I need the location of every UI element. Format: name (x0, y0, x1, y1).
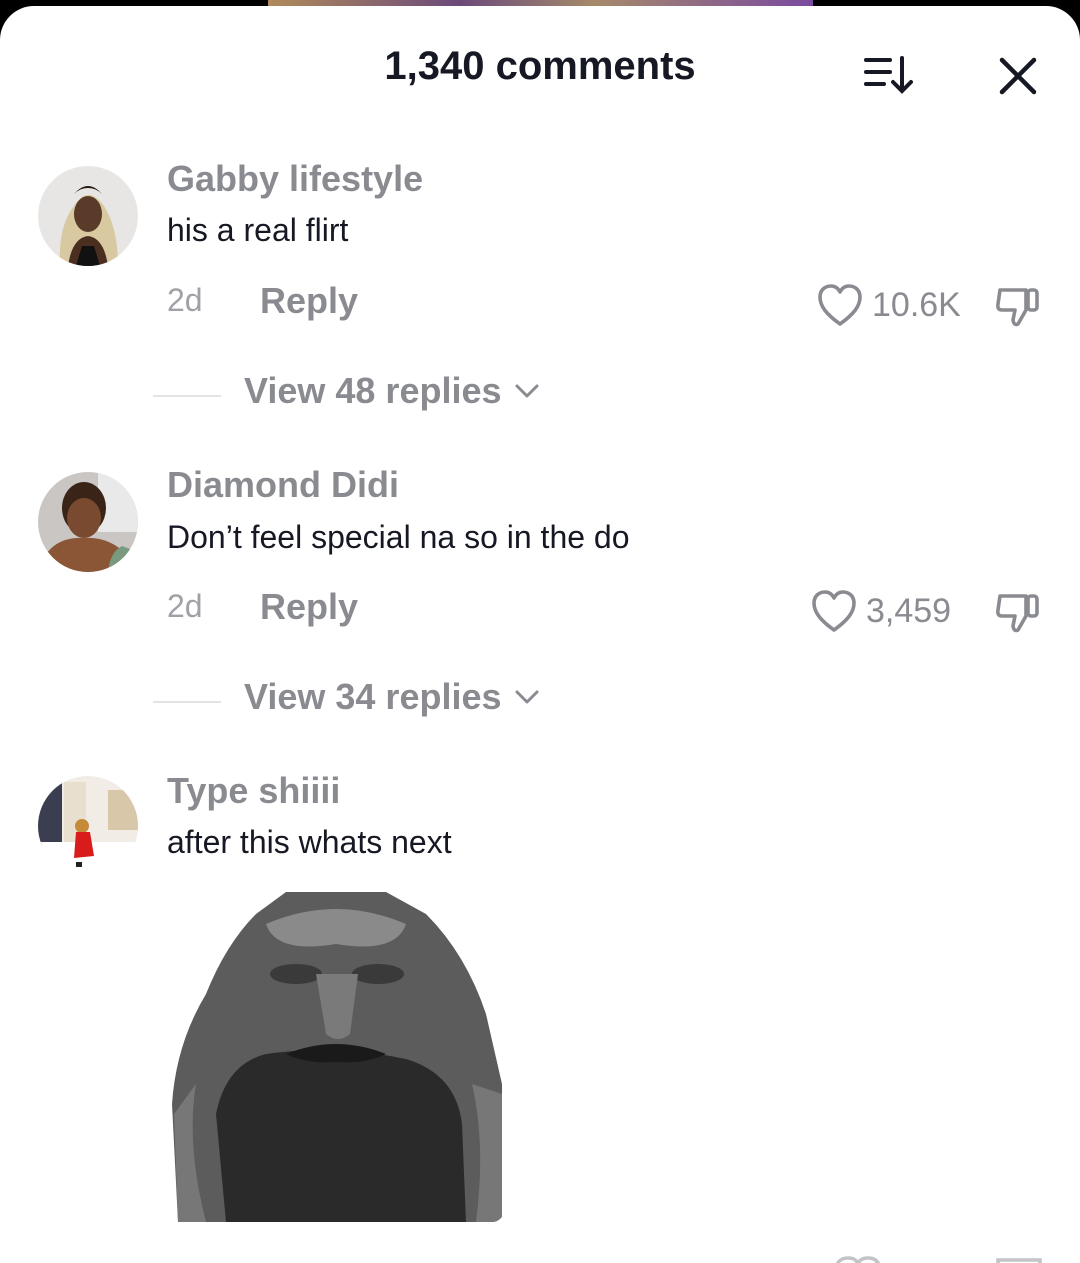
avatar[interactable] (38, 166, 138, 266)
comment-time: 2d (167, 588, 203, 624)
view-replies-label: View 48 replies (244, 370, 502, 411)
chevron-down-icon (515, 690, 539, 704)
heart-icon (818, 284, 862, 326)
close-button[interactable] (994, 52, 1042, 100)
close-icon (999, 57, 1037, 95)
view-replies-label: View 34 replies (244, 676, 502, 717)
comment-username[interactable]: Type shiiii (167, 770, 340, 812)
like-button[interactable]: 3,459 (810, 588, 951, 634)
comment-username[interactable]: Diamond Didi (167, 464, 399, 506)
next-comment-actions-partial (0, 1252, 1080, 1263)
avatar[interactable] (38, 776, 138, 876)
comment-text: after this whats next (167, 824, 452, 860)
comment-username[interactable]: Gabby lifestyle (167, 158, 423, 200)
chevron-down-icon (515, 384, 539, 398)
replies-divider (153, 701, 221, 703)
comment-sticker-image[interactable] (166, 884, 504, 1222)
comment-text: Don’t feel special na so in the do (167, 519, 630, 555)
comment-time: 2d (167, 282, 203, 318)
sort-button[interactable] (860, 52, 916, 98)
heart-icon (812, 590, 856, 632)
avatar[interactable] (38, 472, 138, 572)
comments-count-title: 1,340 comments (384, 44, 696, 88)
reply-button[interactable]: Reply (260, 280, 358, 322)
replies-divider (153, 395, 221, 397)
view-replies[interactable]: View 34 replies (0, 676, 1080, 726)
sort-icon (864, 56, 913, 94)
dislike-icon (996, 288, 1039, 327)
dislike-button[interactable] (994, 586, 1044, 636)
reply-button[interactable]: Reply (260, 586, 358, 628)
dislike-icon (996, 594, 1039, 633)
like-count: 10.6K (872, 285, 961, 324)
view-replies-button[interactable]: View 48 replies (244, 370, 542, 412)
view-replies-button[interactable]: View 34 replies (244, 676, 542, 718)
comments-header: 1,340 comments (0, 6, 1080, 130)
comment-text: his a real flirt (167, 212, 349, 248)
view-replies[interactable]: View 48 replies (0, 370, 1080, 420)
dislike-button[interactable] (994, 280, 1044, 330)
comments-sheet: 1,340 comments Gabby lifestyle his a rea… (0, 6, 1080, 1263)
like-count: 3,459 (866, 591, 952, 630)
like-button[interactable]: 10.6K (816, 282, 961, 328)
